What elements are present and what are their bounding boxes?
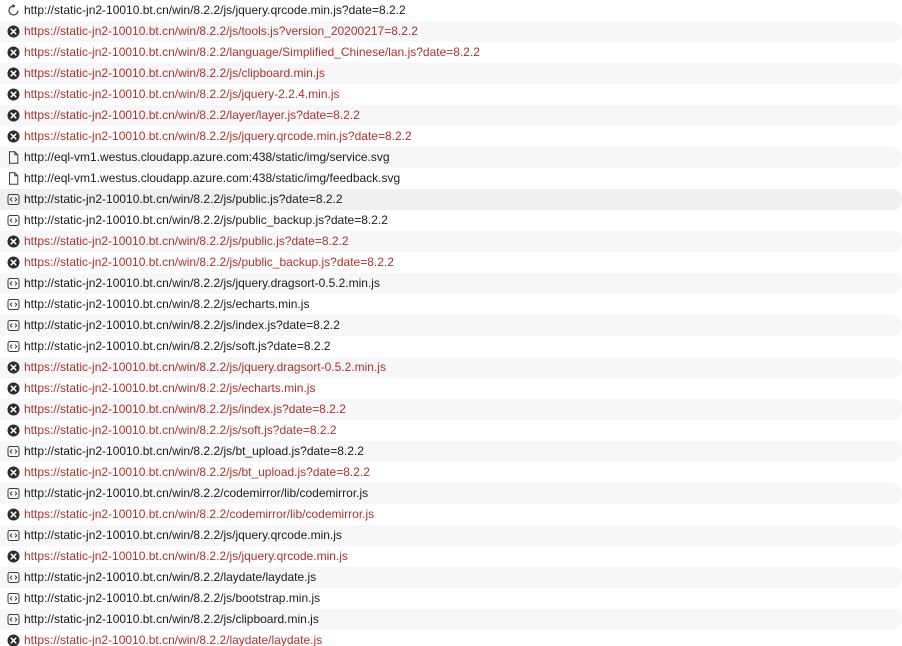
script-icon <box>7 487 20 500</box>
request-row[interactable]: http://eql-vm1.westus.cloudapp.azure.com… <box>0 168 902 189</box>
error-icon <box>7 88 20 101</box>
request-row[interactable]: https://static-jn2-10010.bt.cn/win/8.2.2… <box>0 504 902 525</box>
request-row[interactable]: http://eql-vm1.westus.cloudapp.azure.com… <box>0 147 902 168</box>
request-url: http://static-jn2-10010.bt.cn/win/8.2.2/… <box>24 3 406 17</box>
request-row[interactable]: http://static-jn2-10010.bt.cn/win/8.2.2/… <box>0 315 902 336</box>
request-url: https://static-jn2-10010.bt.cn/win/8.2.2… <box>24 87 340 101</box>
request-row[interactable]: http://static-jn2-10010.bt.cn/win/8.2.2/… <box>0 588 902 609</box>
request-row[interactable]: https://static-jn2-10010.bt.cn/win/8.2.2… <box>0 462 902 483</box>
request-url: http://static-jn2-10010.bt.cn/win/8.2.2/… <box>24 444 364 458</box>
request-row[interactable]: https://static-jn2-10010.bt.cn/win/8.2.2… <box>0 420 902 441</box>
error-icon <box>7 466 20 479</box>
request-row[interactable]: https://static-jn2-10010.bt.cn/win/8.2.2… <box>0 252 902 273</box>
script-icon <box>7 298 20 311</box>
error-icon <box>7 361 20 374</box>
request-row[interactable]: https://static-jn2-10010.bt.cn/win/8.2.2… <box>0 378 902 399</box>
request-url: https://static-jn2-10010.bt.cn/win/8.2.2… <box>24 402 346 416</box>
request-url: https://static-jn2-10010.bt.cn/win/8.2.2… <box>24 360 386 374</box>
request-url: http://static-jn2-10010.bt.cn/win/8.2.2/… <box>24 213 388 227</box>
request-row[interactable]: https://static-jn2-10010.bt.cn/win/8.2.2… <box>0 546 902 567</box>
request-row[interactable]: https://static-jn2-10010.bt.cn/win/8.2.2… <box>0 63 902 84</box>
document-icon <box>7 151 20 164</box>
request-row[interactable]: http://static-jn2-10010.bt.cn/win/8.2.2/… <box>0 210 902 231</box>
request-row[interactable]: https://static-jn2-10010.bt.cn/win/8.2.2… <box>0 105 902 126</box>
error-icon <box>7 235 20 248</box>
request-url: http://static-jn2-10010.bt.cn/win/8.2.2/… <box>24 276 380 290</box>
request-url: http://static-jn2-10010.bt.cn/win/8.2.2/… <box>24 297 310 311</box>
spinner-icon <box>7 4 20 17</box>
error-icon <box>7 550 20 563</box>
request-url: https://static-jn2-10010.bt.cn/win/8.2.2… <box>24 507 375 521</box>
request-url: https://static-jn2-10010.bt.cn/win/8.2.2… <box>24 129 412 143</box>
request-row[interactable]: https://static-jn2-10010.bt.cn/win/8.2.2… <box>0 399 902 420</box>
script-icon <box>7 319 20 332</box>
request-row[interactable]: http://static-jn2-10010.bt.cn/win/8.2.2/… <box>0 189 902 210</box>
request-url: http://static-jn2-10010.bt.cn/win/8.2.2/… <box>24 570 317 584</box>
request-row[interactable]: http://static-jn2-10010.bt.cn/win/8.2.2/… <box>0 0 902 21</box>
error-icon <box>7 46 20 59</box>
error-icon <box>7 67 20 80</box>
error-icon <box>7 130 20 143</box>
request-url: https://static-jn2-10010.bt.cn/win/8.2.2… <box>24 234 349 248</box>
request-url: https://static-jn2-10010.bt.cn/win/8.2.2… <box>24 633 323 646</box>
request-row[interactable]: http://static-jn2-10010.bt.cn/win/8.2.2/… <box>0 483 902 504</box>
request-url: https://static-jn2-10010.bt.cn/win/8.2.2… <box>24 108 360 122</box>
request-url: https://static-jn2-10010.bt.cn/win/8.2.2… <box>24 24 418 38</box>
script-icon <box>7 277 20 290</box>
request-row[interactable]: http://static-jn2-10010.bt.cn/win/8.2.2/… <box>0 525 902 546</box>
error-icon <box>7 634 20 646</box>
request-url: http://static-jn2-10010.bt.cn/win/8.2.2/… <box>24 192 343 206</box>
error-icon <box>7 109 20 122</box>
request-row[interactable]: https://static-jn2-10010.bt.cn/win/8.2.2… <box>0 126 902 147</box>
request-row[interactable]: http://static-jn2-10010.bt.cn/win/8.2.2/… <box>0 294 902 315</box>
script-icon <box>7 571 20 584</box>
request-row[interactable]: https://static-jn2-10010.bt.cn/win/8.2.2… <box>0 84 902 105</box>
error-icon <box>7 508 20 521</box>
script-icon <box>7 613 20 626</box>
request-url: http://static-jn2-10010.bt.cn/win/8.2.2/… <box>24 486 369 500</box>
request-url: http://static-jn2-10010.bt.cn/win/8.2.2/… <box>24 339 331 353</box>
script-icon <box>7 445 20 458</box>
request-url: http://static-jn2-10010.bt.cn/win/8.2.2/… <box>24 612 319 626</box>
script-icon <box>7 340 20 353</box>
request-row[interactable]: https://static-jn2-10010.bt.cn/win/8.2.2… <box>0 231 902 252</box>
error-icon <box>7 382 20 395</box>
request-row[interactable]: https://static-jn2-10010.bt.cn/win/8.2.2… <box>0 42 902 63</box>
request-url: https://static-jn2-10010.bt.cn/win/8.2.2… <box>24 255 394 269</box>
request-url: https://static-jn2-10010.bt.cn/win/8.2.2… <box>24 381 316 395</box>
network-request-list: http://static-jn2-10010.bt.cn/win/8.2.2/… <box>0 0 902 646</box>
script-icon <box>7 529 20 542</box>
request-row[interactable]: http://static-jn2-10010.bt.cn/win/8.2.2/… <box>0 441 902 462</box>
script-icon <box>7 592 20 605</box>
request-row[interactable]: https://static-jn2-10010.bt.cn/win/8.2.2… <box>0 21 902 42</box>
request-row[interactable]: http://static-jn2-10010.bt.cn/win/8.2.2/… <box>0 567 902 588</box>
request-url: https://static-jn2-10010.bt.cn/win/8.2.2… <box>24 66 325 80</box>
script-icon <box>7 214 20 227</box>
error-icon <box>7 25 20 38</box>
request-row[interactable]: https://static-jn2-10010.bt.cn/win/8.2.2… <box>0 630 902 646</box>
error-icon <box>7 424 20 437</box>
document-icon <box>7 172 20 185</box>
request-row[interactable]: http://static-jn2-10010.bt.cn/win/8.2.2/… <box>0 273 902 294</box>
request-url: https://static-jn2-10010.bt.cn/win/8.2.2… <box>24 45 480 59</box>
request-row[interactable]: http://static-jn2-10010.bt.cn/win/8.2.2/… <box>0 336 902 357</box>
error-icon <box>7 403 20 416</box>
request-url: http://static-jn2-10010.bt.cn/win/8.2.2/… <box>24 591 321 605</box>
error-icon <box>7 256 20 269</box>
request-url: https://static-jn2-10010.bt.cn/win/8.2.2… <box>24 465 370 479</box>
request-url: http://static-jn2-10010.bt.cn/win/8.2.2/… <box>24 528 342 542</box>
request-url: http://eql-vm1.westus.cloudapp.azure.com… <box>24 171 401 185</box>
request-url: https://static-jn2-10010.bt.cn/win/8.2.2… <box>24 423 337 437</box>
request-row[interactable]: https://static-jn2-10010.bt.cn/win/8.2.2… <box>0 357 902 378</box>
request-url: http://static-jn2-10010.bt.cn/win/8.2.2/… <box>24 318 340 332</box>
request-row[interactable]: http://static-jn2-10010.bt.cn/win/8.2.2/… <box>0 609 902 630</box>
request-url: https://static-jn2-10010.bt.cn/win/8.2.2… <box>24 549 348 563</box>
script-icon <box>7 193 20 206</box>
request-url: http://eql-vm1.westus.cloudapp.azure.com… <box>24 150 390 164</box>
